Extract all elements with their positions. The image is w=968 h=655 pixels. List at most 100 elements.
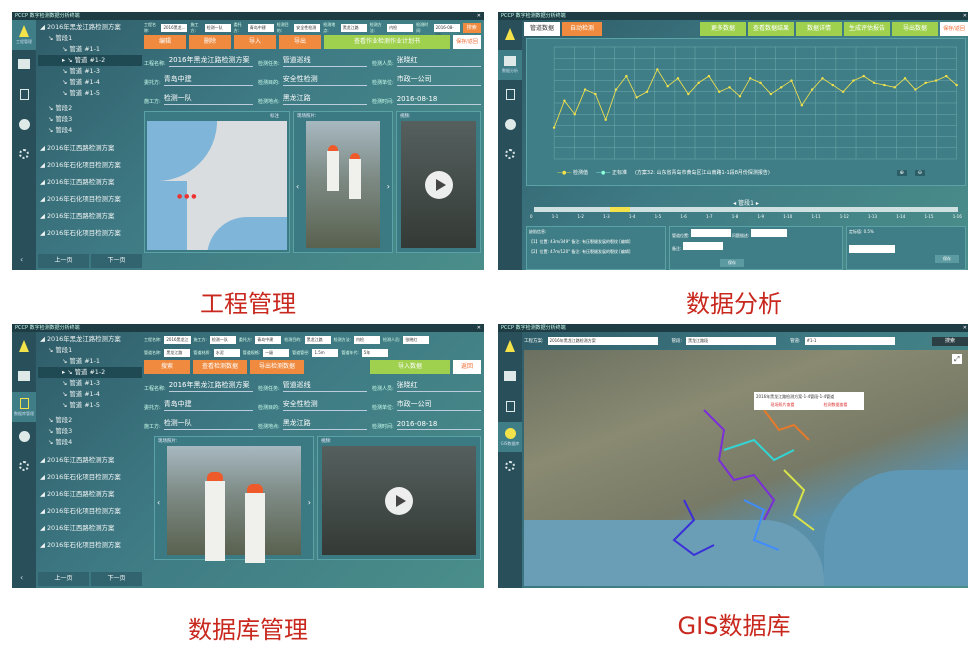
segment-select[interactable]: 黑龙江路段: [686, 337, 777, 345]
site-photo[interactable]: [306, 121, 380, 248]
next-page-button[interactable]: 下一页: [91, 572, 142, 586]
nav-gis[interactable]: [12, 110, 36, 140]
tree-pipe[interactable]: ↘ 管道 #1-5: [38, 400, 142, 411]
save-return-button[interactable]: 保存/返回: [453, 35, 481, 49]
data-detail-button[interactable]: 数据详情: [796, 22, 842, 36]
view-data-link[interactable]: 检测数据查看: [824, 402, 848, 408]
data-point[interactable]: [707, 74, 711, 78]
data-point[interactable]: [883, 83, 886, 87]
prev-page-button[interactable]: 上一页: [38, 254, 89, 268]
nav-database[interactable]: [12, 80, 36, 110]
tree-seg[interactable]: ↘ 管段1: [38, 33, 142, 44]
tree-root[interactable]: ◢ 2016年黑龙江路检测方案: [38, 334, 142, 345]
nav-analysis[interactable]: [498, 362, 522, 392]
search-button[interactable]: 搜索: [462, 22, 481, 33]
filter-select[interactable]: 黑龙江路: [164, 348, 191, 357]
tree-project[interactable]: ◢ 2016年江西路检测方案: [38, 520, 142, 537]
tree-seg[interactable]: ↘ 管段3: [38, 114, 142, 125]
nav-analysis[interactable]: [12, 50, 36, 80]
view-data-button[interactable]: 查看检测数据: [193, 360, 247, 374]
route-orange[interactable]: [763, 409, 810, 441]
data-point[interactable]: [748, 77, 752, 80]
tree-project[interactable]: ◢ 2016年石化项目检测方案: [38, 469, 142, 486]
nav-project[interactable]: [12, 332, 36, 362]
filter-select[interactable]: 水泥: [213, 348, 240, 357]
tree-pipe[interactable]: ↘ 管道 #1-5: [38, 88, 142, 99]
data-point[interactable]: [728, 86, 731, 89]
map-marker-icon[interactable]: ● ● ●: [177, 193, 197, 200]
data-point[interactable]: [841, 90, 845, 93]
data-point[interactable]: [614, 88, 618, 91]
save-calibration-button[interactable]: 保存: [935, 255, 959, 263]
nav-analysis[interactable]: 数据分析: [498, 50, 522, 80]
tree-pipe-selected[interactable]: ▸ ↘ 管道 #1-2: [38, 367, 142, 378]
plan-select[interactable]: 2016年黑龙江路检测方案: [547, 337, 658, 345]
data-point[interactable]: [718, 90, 721, 93]
tree-project[interactable]: ◢ 2016年石化项目检测方案: [38, 503, 142, 520]
tree-pipe[interactable]: ↘ 管道 #1-1: [38, 44, 142, 55]
tree-project[interactable]: ◢ 2016年江西路检测方案: [38, 208, 142, 225]
auto-detect-button[interactable]: 自动检测: [562, 22, 602, 36]
nav-analysis[interactable]: [12, 362, 36, 392]
chevron-left-icon[interactable]: ‹: [296, 182, 299, 191]
data-point[interactable]: [779, 86, 783, 89]
data-point[interactable]: [914, 88, 917, 91]
data-point[interactable]: [552, 126, 556, 129]
data-point[interactable]: [666, 85, 669, 88]
filter-select[interactable]: 5年: [361, 348, 388, 357]
close-icon[interactable]: ✕: [963, 324, 967, 332]
site-video[interactable]: [401, 121, 476, 248]
data-point[interactable]: [583, 88, 587, 91]
data-point[interactable]: [893, 86, 896, 89]
calibration-input[interactable]: [849, 245, 895, 253]
position-input[interactable]: [690, 229, 731, 237]
delete-button[interactable]: 删除: [189, 35, 231, 49]
filter-select[interactable]: 张晓红: [403, 335, 430, 344]
edit-button[interactable]: 编辑: [144, 35, 186, 49]
route-blue[interactable]: [672, 499, 715, 557]
data-point[interactable]: [594, 92, 597, 96]
tree-pipe[interactable]: ↘ 管道 #1-4: [38, 389, 142, 400]
tree-project[interactable]: ◢ 2016年石化项目检测方案: [38, 191, 142, 208]
filter-select[interactable]: 2016黑龙...: [161, 23, 188, 32]
chevron-right-icon[interactable]: ›: [308, 498, 311, 507]
data-point[interactable]: [924, 81, 927, 85]
play-icon[interactable]: [424, 170, 453, 199]
return-button[interactable]: 返回: [453, 360, 481, 374]
more-data-button[interactable]: 更多数据: [700, 22, 746, 36]
chevron-left-icon[interactable]: ‹: [157, 498, 160, 507]
site-photo[interactable]: [167, 446, 301, 563]
filter-select[interactable]: 安全性检测: [294, 23, 321, 32]
timeline-track[interactable]: [534, 207, 958, 212]
data-point[interactable]: [687, 92, 690, 96]
close-icon[interactable]: ✕: [477, 324, 481, 332]
tree-pipe[interactable]: ↘ 管道 #1-3: [38, 378, 142, 389]
data-point[interactable]: [645, 90, 649, 93]
data-point[interactable]: [934, 79, 938, 82]
data-point[interactable]: [903, 77, 907, 80]
data-point[interactable]: [676, 77, 680, 80]
filter-select[interactable]: 黑龙江路: [340, 23, 367, 32]
data-point[interactable]: [759, 81, 762, 85]
data-point[interactable]: [821, 77, 824, 80]
line-chart[interactable]: [527, 39, 965, 167]
close-icon[interactable]: ✕: [477, 12, 481, 20]
next-page-button[interactable]: 下一页: [91, 254, 142, 268]
data-point[interactable]: [852, 79, 855, 82]
play-icon[interactable]: [385, 486, 413, 515]
data-point[interactable]: [604, 118, 607, 122]
nav-database[interactable]: [498, 392, 522, 422]
data-point[interactable]: [800, 104, 804, 107]
nav-gis[interactable]: GIS数据库: [498, 422, 522, 452]
nav-project[interactable]: [498, 20, 522, 50]
data-type-select[interactable]: 管道数据: [524, 22, 560, 36]
nav-project[interactable]: [498, 332, 522, 362]
data-point[interactable]: [769, 92, 773, 96]
tree-root[interactable]: ◢ 2016年黑龙江路检测方案: [38, 22, 142, 33]
nav-database[interactable]: 数据库管理: [12, 392, 36, 422]
data-point[interactable]: [697, 81, 700, 85]
tree-project[interactable]: ◢ 2016年江西路检测方案: [38, 486, 142, 503]
chevron-left-icon[interactable]: ‹: [20, 255, 23, 264]
tree-seg[interactable]: ↘ 管段2: [38, 415, 142, 426]
filter-select[interactable]: 2016黑龙江: [164, 335, 191, 344]
